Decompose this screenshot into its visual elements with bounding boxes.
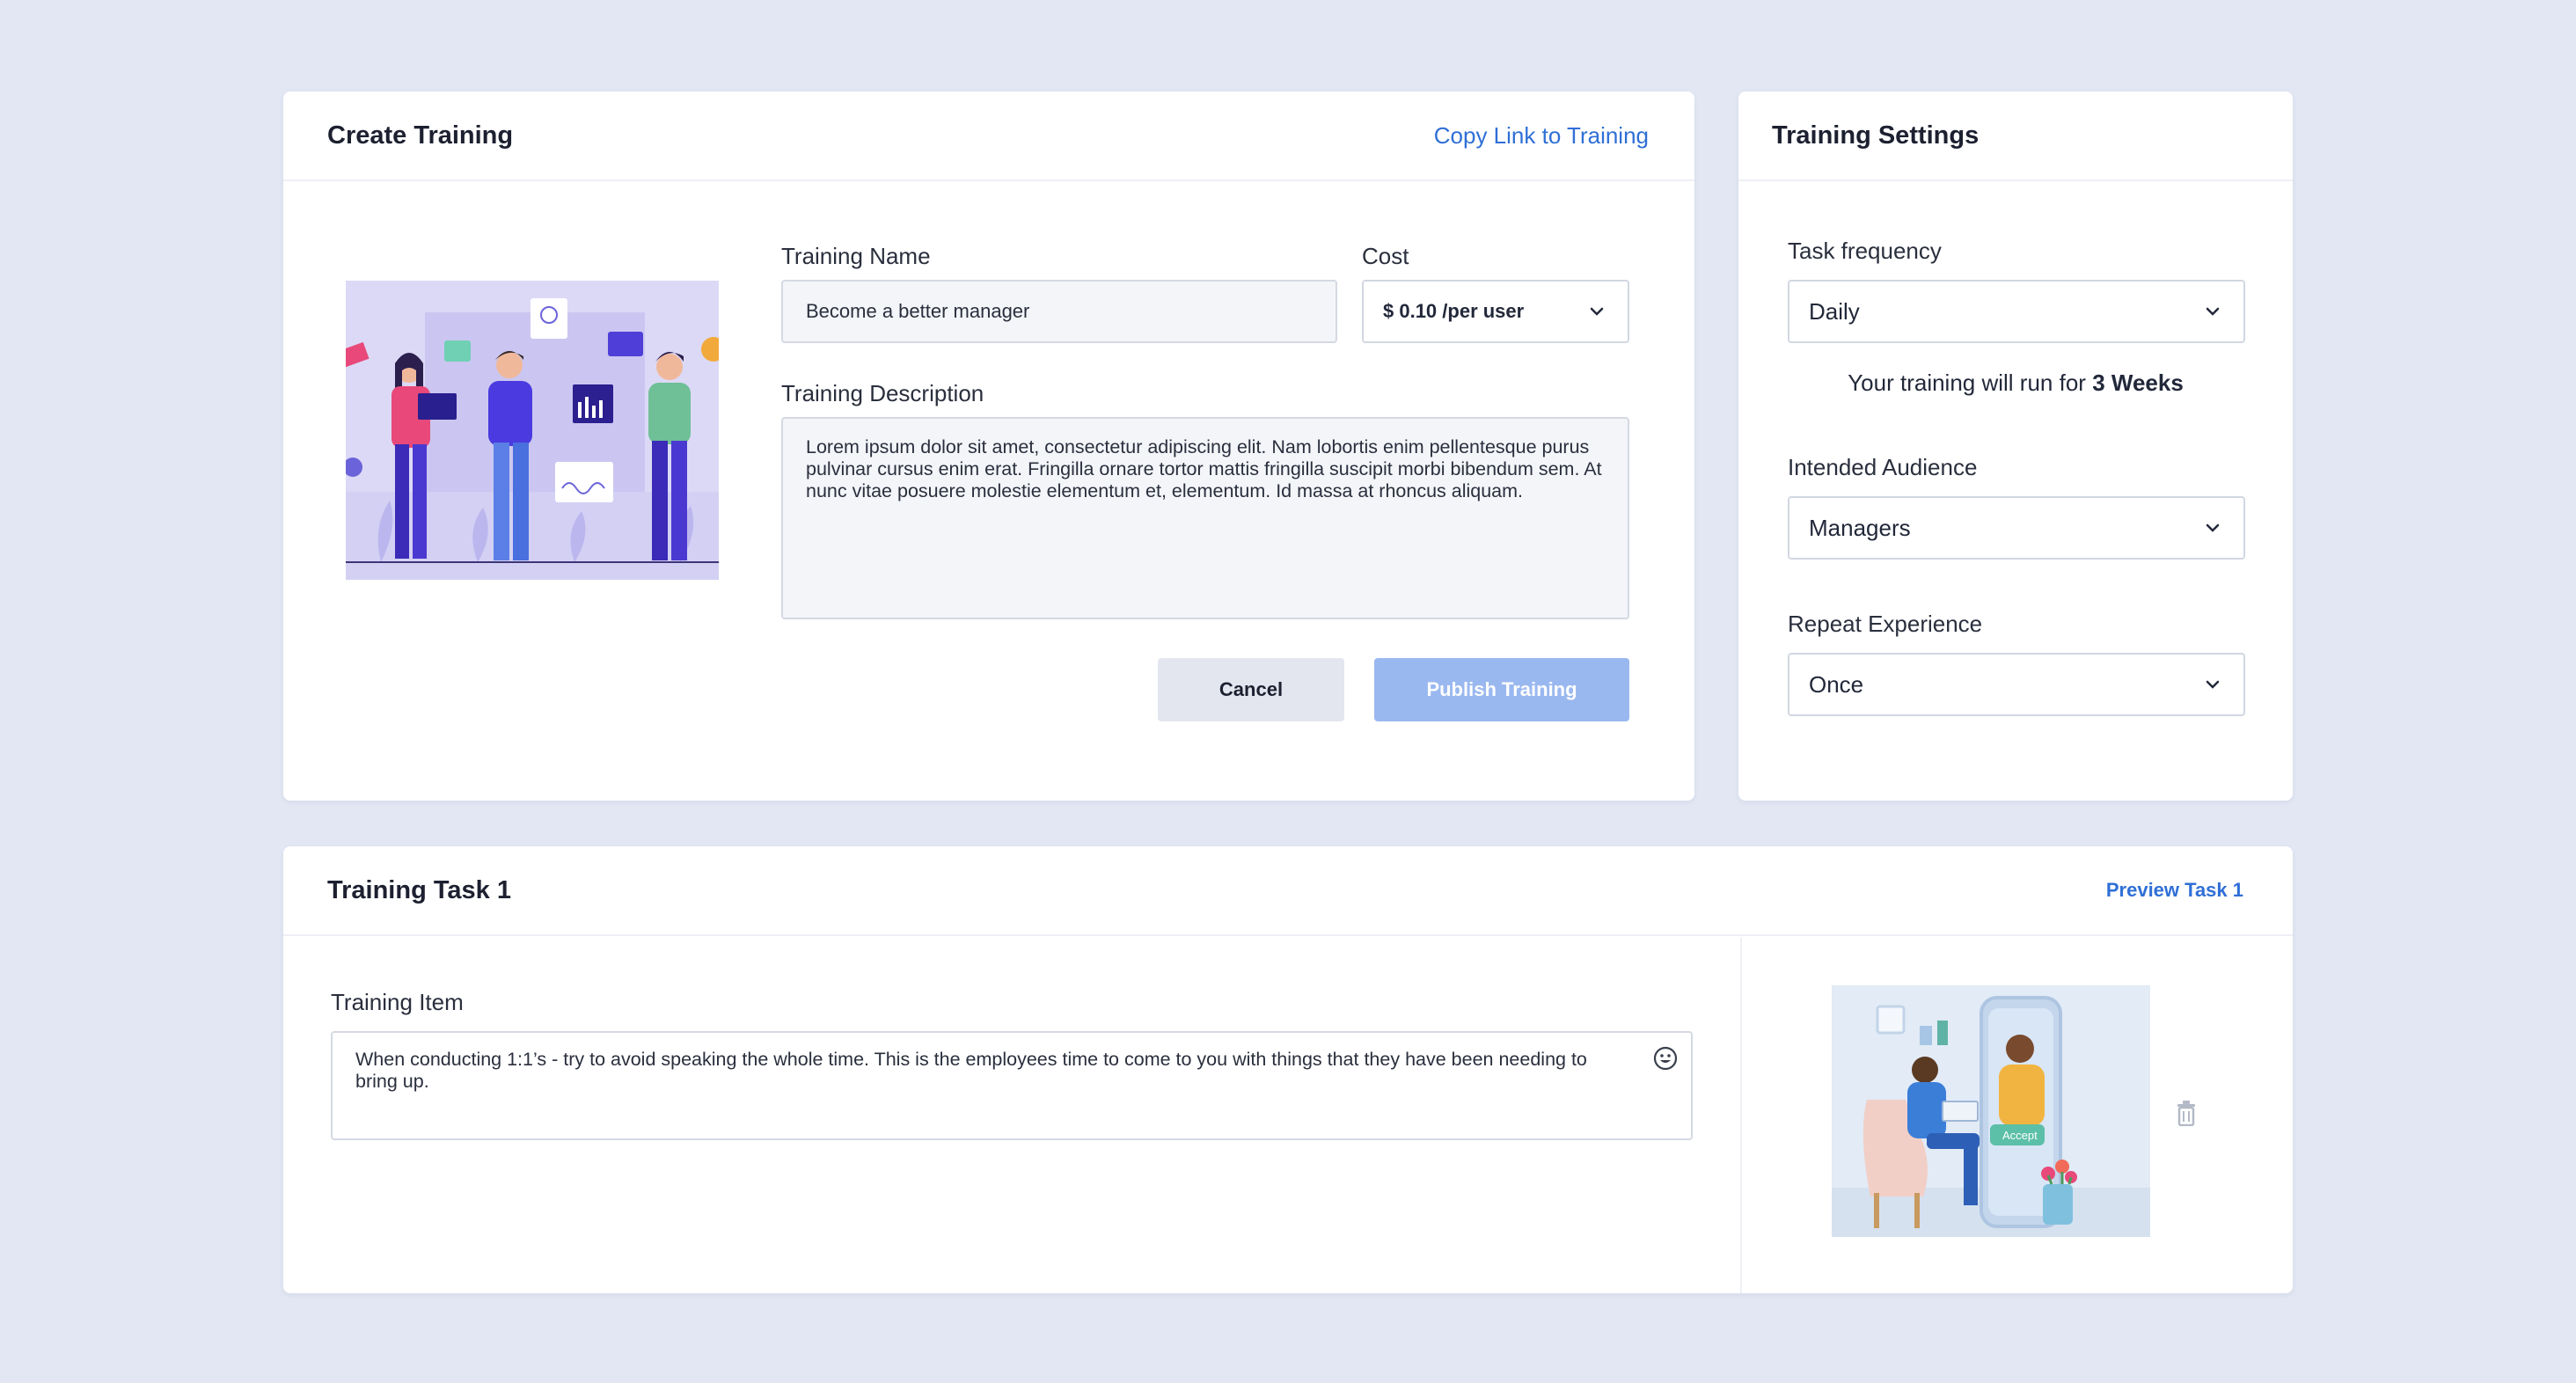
intended-audience-label: Intended Audience xyxy=(1788,454,1978,480)
trash-icon[interactable] xyxy=(2175,1100,2198,1127)
training-item-value: When conducting 1:1’s - try to avoid spe… xyxy=(355,1049,1587,1092)
chevron-down-icon xyxy=(2203,302,2222,321)
task-frequency-select[interactable]: Daily xyxy=(1788,280,2245,343)
publish-training-button[interactable]: Publish Training xyxy=(1374,658,1629,721)
task-illustration: Accept xyxy=(1832,985,2150,1237)
task-illustration-graphic: Accept xyxy=(1832,985,2150,1237)
repeat-experience-value: Once xyxy=(1809,670,1864,698)
training-task-header: Training Task 1 Preview Task 1 xyxy=(283,846,2293,936)
card-title: Create Training xyxy=(327,121,514,150)
intended-audience-value: Managers xyxy=(1809,514,1911,541)
training-duration-value: 3 Weeks xyxy=(2092,370,2184,396)
repeat-experience-label: Repeat Experience xyxy=(1788,611,1983,637)
training-duration-text: Your training will run for 3 Weeks xyxy=(1738,370,2293,397)
training-description-textarea[interactable]: Lorem ipsum dolor sit amet, consectetur … xyxy=(781,417,1629,619)
chevron-down-icon xyxy=(1587,302,1606,321)
cancel-button[interactable]: Cancel xyxy=(1158,658,1344,721)
training-name-input[interactable]: Become a better manager xyxy=(781,280,1337,343)
team-illustration-graphic xyxy=(346,281,719,580)
training-description-value: Lorem ipsum dolor sit amet, consectetur … xyxy=(806,436,1602,501)
create-training-card: Create Training Copy Link to Training Tr… xyxy=(283,91,1694,801)
card-title: Training Task 1 xyxy=(327,875,511,904)
training-name-label: Training Name xyxy=(781,243,931,269)
repeat-experience-select[interactable]: Once xyxy=(1788,653,2245,716)
training-item-textarea[interactable]: When conducting 1:1’s - try to avoid spe… xyxy=(331,1031,1693,1140)
chevron-down-icon xyxy=(2203,675,2222,694)
training-task-card: Training Task 1 Preview Task 1 Training … xyxy=(283,846,2293,1293)
chevron-down-icon xyxy=(2203,518,2222,538)
training-name-value: Become a better manager xyxy=(806,300,1030,322)
training-settings-header: Training Settings xyxy=(1738,91,2293,181)
cost-select[interactable]: $ 0.10 /per user xyxy=(1362,280,1629,343)
cost-label: Cost xyxy=(1362,243,1409,269)
accept-badge-text: Accept xyxy=(2002,1129,2038,1142)
copy-link-button[interactable]: Copy Link to Training xyxy=(1434,122,1649,150)
task-frequency-label: Task frequency xyxy=(1788,238,1942,264)
cost-value: $ 0.10 /per user xyxy=(1383,300,1525,322)
create-training-header: Create Training Copy Link to Training xyxy=(283,91,1694,181)
intended-audience-select[interactable]: Managers xyxy=(1788,496,2245,560)
training-settings-card: Training Settings Task frequency Daily Y… xyxy=(1738,91,2293,801)
training-duration-prefix: Your training will run for xyxy=(1848,370,2086,396)
card-title: Training Settings xyxy=(1772,121,1980,150)
task-frequency-value: Daily xyxy=(1809,297,1860,325)
publish-training-button-label: Publish Training xyxy=(1426,678,1577,700)
training-description-label: Training Description xyxy=(781,380,984,406)
training-item-label: Training Item xyxy=(331,989,464,1015)
team-illustration xyxy=(346,281,719,580)
preview-task-link[interactable]: Preview Task 1 xyxy=(2106,879,2243,902)
task-divider xyxy=(1740,938,1742,1293)
smiley-icon[interactable] xyxy=(1652,1045,1679,1072)
cancel-button-label: Cancel xyxy=(1218,678,1284,700)
